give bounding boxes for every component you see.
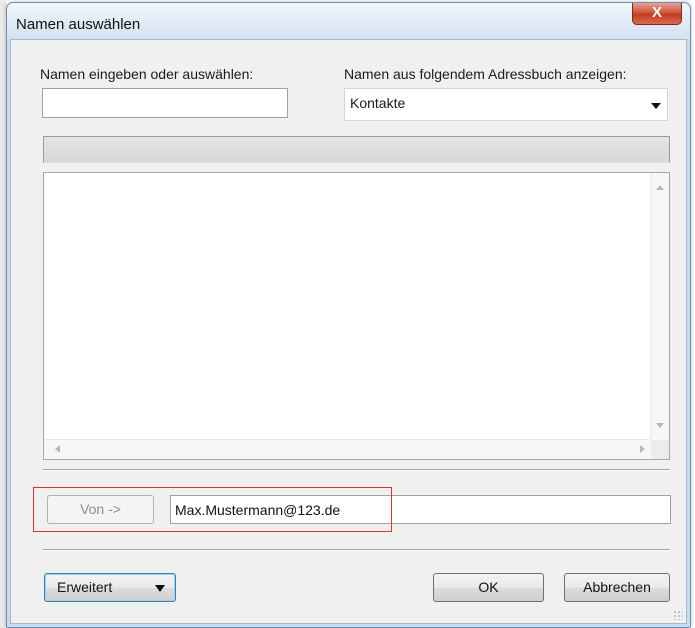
- chevron-down-icon: [155, 585, 165, 592]
- list-header: [43, 136, 670, 163]
- addressbook-selected: Kontakte: [350, 95, 406, 111]
- from-input[interactable]: [170, 495, 671, 524]
- advanced-button[interactable]: Erweitert: [44, 573, 176, 602]
- from-button[interactable]: Von ->: [47, 495, 154, 524]
- chevron-down-icon: [651, 103, 661, 109]
- resize-grip-icon[interactable]: [673, 610, 683, 620]
- dialog-client-area: Namen eingeben oder auswählen: Namen aus…: [10, 39, 687, 624]
- dialog-title: Namen auswählen: [16, 16, 141, 33]
- title-bar: Namen auswählen X: [7, 3, 690, 39]
- ok-button-label: OK: [478, 579, 499, 595]
- from-button-label: Von ->: [80, 501, 121, 517]
- search-label: Namen eingeben oder auswählen:: [40, 66, 254, 82]
- scroll-up-icon[interactable]: [656, 185, 664, 190]
- close-icon: X: [651, 4, 662, 21]
- name-list[interactable]: [43, 172, 670, 460]
- scroll-down-icon[interactable]: [656, 423, 664, 428]
- scroll-left-icon[interactable]: [55, 445, 60, 453]
- addressbook-label: Namen aus folgendem Adressbuch anzeigen:: [344, 66, 627, 82]
- divider: [43, 549, 670, 551]
- divider: [43, 469, 670, 471]
- vertical-scrollbar[interactable]: [650, 173, 669, 440]
- close-button[interactable]: X: [632, 3, 682, 25]
- scroll-right-icon[interactable]: [640, 445, 645, 453]
- cancel-button[interactable]: Abbrechen: [564, 573, 670, 602]
- advanced-button-label: Erweitert: [57, 579, 113, 595]
- ok-button[interactable]: OK: [433, 573, 544, 602]
- horizontal-scrollbar[interactable]: [44, 439, 651, 459]
- dialog-window: Namen auswählen X Namen eingeben oder au…: [6, 2, 691, 628]
- addressbook-select[interactable]: Kontakte: [344, 88, 668, 121]
- search-input[interactable]: [42, 88, 288, 118]
- cancel-button-label: Abbrechen: [583, 579, 651, 595]
- scroll-corner: [651, 440, 669, 459]
